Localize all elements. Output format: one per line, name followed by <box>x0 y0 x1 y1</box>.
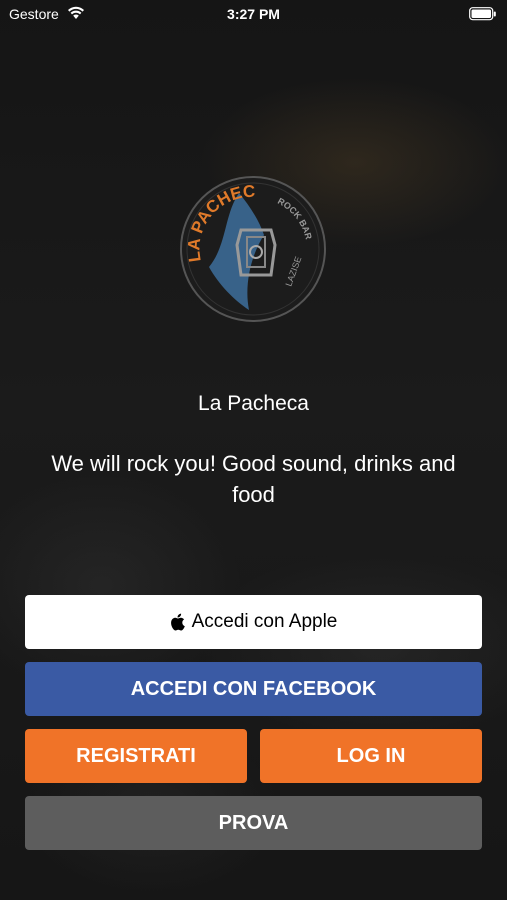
login-button[interactable]: LOG IN <box>260 729 482 783</box>
status-time: 3:27 PM <box>227 6 280 22</box>
tagline: We will rock you! Good sound, drinks and… <box>51 451 456 507</box>
login-button-label: LOG IN <box>336 744 406 767</box>
app-name: La Pacheca <box>198 392 309 415</box>
apple-button-label: Accedi con Apple <box>191 611 338 632</box>
battery-icon <box>469 7 497 24</box>
apple-icon <box>170 613 185 631</box>
trial-button-label: PROVA <box>218 811 289 834</box>
register-button[interactable]: REGISTRATI <box>25 729 247 783</box>
brand-logo: LA PACHECA ROCK BAR LAZISE <box>173 160 327 323</box>
status-bar: Gestore 3:27 PM <box>0 0 507 28</box>
sign-in-with-apple-button[interactable]: Accedi con Apple <box>25 595 482 649</box>
register-button-label: REGISTRATI <box>76 744 196 767</box>
trial-button[interactable]: PROVA <box>25 796 482 850</box>
facebook-button-label: ACCEDI CON FACEBOOK <box>130 677 377 700</box>
facebook-login-button[interactable]: ACCEDI CON FACEBOOK <box>25 662 482 716</box>
